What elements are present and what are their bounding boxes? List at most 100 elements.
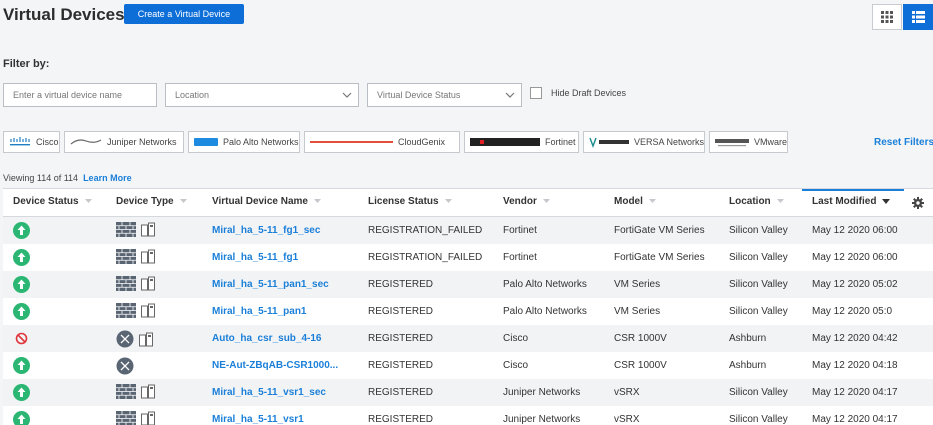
ha-device-icon (141, 249, 155, 264)
location-cell: Silicon Valley (729, 252, 788, 263)
table-row[interactable]: Auto_ha_csr_sub_4-16 REGISTERED Cisco CSR 1… (3, 325, 933, 352)
location-cell: Silicon Valley (729, 279, 788, 290)
firewall-icon (116, 249, 136, 264)
viewing-count: Viewing 114 of 114 Learn More (3, 173, 132, 183)
column-header-label: Virtual Device Name (212, 196, 308, 207)
list-view-button[interactable] (903, 4, 933, 30)
location-cell: Silicon Valley (729, 414, 788, 425)
column-header-virtual-device-name[interactable]: Virtual Device Name (212, 196, 321, 207)
cloudgenix-logo-icon (310, 136, 393, 148)
chevron-down-icon (505, 92, 515, 98)
sort-caret-icon (84, 199, 92, 203)
list-view-icon (911, 11, 925, 23)
vendor-cell: Cisco (503, 333, 529, 344)
column-header-vendor[interactable]: Vendor (503, 196, 550, 207)
fortinet-logo-icon (470, 136, 540, 148)
device-name-link[interactable]: Miral_ha_5-11_vsr1_sec (212, 387, 326, 398)
device-status-placeholder: Virtual Device Status (377, 90, 461, 100)
sort-desc-icon (882, 199, 891, 204)
table-header: Device Status Device Type Virtual Device… (3, 189, 933, 217)
status-up-icon (13, 357, 30, 374)
model-cell: FortiGate VM Series (614, 225, 705, 236)
palo-alto-logo-icon (194, 137, 218, 147)
grid-view-button[interactable] (872, 4, 902, 30)
column-header-device-status[interactable]: Device Status (13, 196, 92, 207)
model-cell: CSR 1000V (614, 333, 667, 344)
location-cell: Ashburn (729, 360, 767, 371)
router-icon (116, 330, 134, 348)
vendor-cell: Juniper Networks (503, 414, 581, 425)
vendor-label: CloudGenix (398, 137, 446, 147)
location-select[interactable]: Location (165, 83, 359, 107)
firewall-icon (116, 276, 136, 291)
vendor-label: Fortinet (545, 137, 576, 147)
learn-more-link[interactable]: Learn More (83, 173, 132, 183)
location-cell: Ashburn (729, 333, 767, 344)
model-cell: CSR 1000V (614, 360, 667, 371)
status-up-icon (13, 411, 30, 425)
device-name-link[interactable]: Miral_ha_5-11_vsr1 (212, 414, 304, 425)
sort-caret-icon (776, 199, 784, 203)
device-status-select[interactable]: Virtual Device Status (367, 83, 522, 107)
vendor-filter-versa[interactable]: VERSA Networks (583, 131, 705, 153)
table-row[interactable]: Miral_ha_5-11_vsr1_sec REGISTERED Juniper … (3, 379, 933, 406)
table-row[interactable]: Miral_ha_5-11_fg1_sec REGISTRATION_FAILED… (3, 217, 933, 244)
device-type-icons (116, 249, 155, 264)
sorted-column-indicator (802, 189, 904, 191)
column-header-device-type[interactable]: Device Type (116, 196, 187, 207)
license-status: REGISTERED (368, 306, 434, 317)
hide-draft-checkbox[interactable] (530, 87, 542, 99)
page-title: Virtual Devices (3, 5, 125, 24)
vendor-label: VMware (754, 137, 788, 147)
vendor-filter-juniper[interactable]: Juniper Networks (64, 131, 184, 153)
velocloud-logo-icon (715, 136, 749, 148)
column-header-location[interactable]: Location (729, 196, 784, 207)
status-blocked-icon (15, 332, 28, 345)
device-name-link[interactable]: Miral_ha_5-11_pan1 (212, 306, 307, 317)
device-name-link[interactable]: Miral_ha_5-11_pan1_sec (212, 279, 329, 290)
table-row[interactable]: Miral_ha_5-11_pan1_sec REGISTERED Palo Alt… (3, 271, 933, 298)
status-up-icon (13, 276, 30, 293)
vendor-filter-palo-alto[interactable]: Palo Alto Networks (188, 131, 300, 153)
location-placeholder: Location (175, 90, 210, 100)
vendor-filter-cloudgenix[interactable]: CloudGenix (304, 131, 460, 153)
column-header-last-modified[interactable]: Last Modified (812, 196, 891, 207)
device-name-link[interactable]: Miral_ha_5-11_fg1_sec (212, 225, 320, 236)
device-type-icons (116, 384, 155, 399)
vendor-cell: Palo Alto Networks (503, 279, 587, 290)
vendor-cell: Palo Alto Networks (503, 306, 587, 317)
last-modified-cell: May 12 2020 05:02 (812, 279, 898, 290)
table-row[interactable]: Miral_ha_5-11_fg1 REGISTRATION_FAILED Fort… (3, 244, 933, 271)
table-row[interactable]: NE-Aut-ZBqAB-CSR1000... REGISTERED Cisco CS… (3, 352, 933, 379)
license-status: REGISTERED (368, 333, 434, 344)
column-header-model[interactable]: Model (614, 196, 656, 207)
vendor-filter-cisco[interactable]: Cisco (3, 131, 60, 153)
table-row[interactable]: Miral_ha_5-11_pan1 REGISTERED Palo Alto Ne… (3, 298, 933, 325)
vendor-filter-vmware[interactable]: VMware (709, 131, 788, 153)
last-modified-cell: May 12 2020 06:00 (812, 225, 898, 236)
location-cell: Silicon Valley (729, 306, 788, 317)
license-status: REGISTERED (368, 414, 434, 425)
ha-device-icon (141, 411, 155, 425)
device-type-icons (116, 303, 155, 318)
device-name-search-input[interactable]: Enter a virtual device name (3, 83, 157, 107)
gear-icon[interactable] (912, 197, 924, 209)
hide-draft-toggle[interactable]: Hide Draft Devices (530, 87, 626, 99)
device-type-icons (116, 276, 155, 291)
sort-caret-icon (313, 199, 321, 203)
location-cell: Silicon Valley (729, 225, 788, 236)
juniper-logo-icon (70, 137, 102, 147)
column-header-license-status[interactable]: License Status (368, 196, 452, 207)
table-row[interactable]: Miral_ha_5-11_vsr1 REGISTERED Juniper Netw… (3, 406, 933, 425)
reset-filters-link[interactable]: Reset Filters (874, 137, 933, 148)
location-cell: Silicon Valley (729, 387, 788, 398)
model-cell: VM Series (614, 306, 661, 317)
column-header-label: Location (729, 196, 771, 207)
device-name-link[interactable]: NE-Aut-ZBqAB-CSR1000... (212, 360, 338, 371)
ha-device-icon (141, 303, 155, 318)
vendor-filter-fortinet[interactable]: Fortinet (464, 131, 579, 153)
create-virtual-device-button[interactable]: Create a Virtual Device (124, 4, 244, 24)
device-name-link[interactable]: Auto_ha_csr_sub_4-16 (212, 333, 322, 344)
device-name-link[interactable]: Miral_ha_5-11_fg1 (212, 252, 298, 263)
last-modified-cell: May 12 2020 04:18 (812, 360, 898, 371)
